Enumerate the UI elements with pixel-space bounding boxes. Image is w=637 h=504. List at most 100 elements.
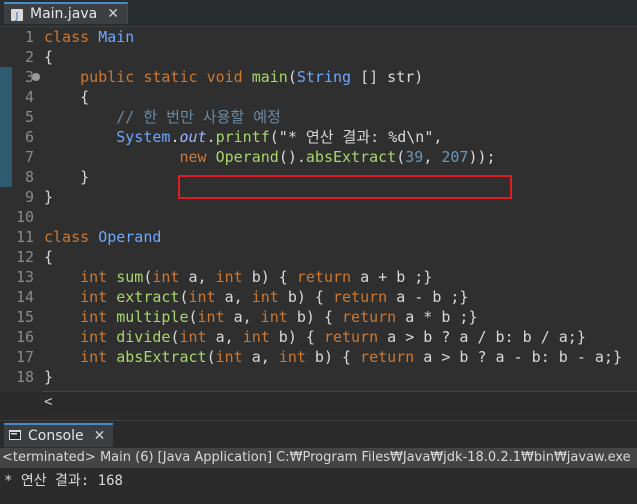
line-number: 3 [24,68,34,86]
code-token: int [188,288,216,306]
code-line[interactable]: int extract(int a, int b) { return a - b… [44,287,468,307]
code-token: String [296,68,352,86]
code-token: int [179,328,207,346]
code-line[interactable]: public static void main(String [] str) [44,67,423,87]
highlight-box [178,175,512,199]
console-tabbar: Console ✕ [0,420,637,450]
code-token: b) { [269,328,324,346]
code-token: int [80,348,108,366]
line-number: 2 [24,48,34,66]
change-ruler [0,27,12,392]
code-token: new [179,148,207,166]
code-line[interactable]: { [44,87,89,107]
code-token: } [44,188,54,206]
code-token: { [44,248,54,266]
code-line[interactable]: class Main [44,27,134,47]
code-token: 39 [405,148,424,166]
line-number: 14 [15,288,34,306]
code-line[interactable]: class Operand [44,227,161,247]
code-token: ( [179,288,189,306]
code-line[interactable]: System.out.printf("* 연산 결과: %d\n", [44,127,442,147]
code-token: class [44,28,99,46]
code-line[interactable]: { [44,247,53,267]
code-token: b) { [242,268,297,286]
code-token: extract [116,288,180,306]
code-token: a + b ;} [351,268,433,286]
scroll-left-arrow-icon[interactable]: < [44,394,52,410]
line-number: 13 [15,268,34,286]
code-token: int [80,308,108,326]
code-token: printf [215,128,270,146]
code-token: 207 [441,148,469,166]
code-line[interactable]: new Operand().absExtract(39, 207)); [44,147,495,167]
console-tab[interactable]: Console ✕ [4,423,114,447]
code-token: // 한 번만 사용할 예정 [116,108,281,126]
console-tab-label: Console [28,428,84,444]
close-tab-icon[interactable]: ✕ [107,7,119,21]
code-token: a > b ? a - b: b - a;} [414,348,622,366]
code-line[interactable]: } [44,367,53,387]
code-token: Main [98,28,135,46]
horizontal-scrollbar[interactable]: < [42,391,637,412]
code-token: { [44,48,54,66]
code-line[interactable]: int divide(int a, int b) { return a > b … [44,327,586,347]
code-token: int [197,308,225,326]
code-token: a > b ? a / b: b / a;} [378,328,586,346]
code-editor[interactable]: 1 2 3 4 5 6 7 8 9 10 11 12 13 14 15 16 17 18 class Main{ … [0,27,637,392]
line-number: 11 [15,228,34,246]
code-token: absExtract [305,148,397,166]
code-token: Operand [98,228,162,246]
code-token: int [152,268,180,286]
code-token: a, [206,328,243,346]
console-output[interactable]: * 연산 결과: 168 [0,468,637,504]
code-line[interactable]: } [44,187,53,207]
code-token: class [44,228,99,246]
fold-marker-icon[interactable] [32,73,40,81]
code-token: divide [116,328,171,346]
close-console-icon[interactable]: ✕ [94,428,106,444]
code-token: static [143,68,198,86]
code-token: Operand [215,148,279,166]
editor-tab-label: Main.java [30,6,98,22]
code-token: int [260,308,288,326]
editor-tab-main-java[interactable]: J Main.java ✕ [4,2,128,24]
code-line[interactable]: int absExtract(int a, int b) { return a … [44,347,622,367]
code-token: int [215,268,243,286]
code-token: b) { [287,308,343,326]
line-number: 7 [24,148,34,166]
code-token: . [206,128,216,146]
code-line[interactable]: int sum(int a, int b) { return a + b ;} [44,267,432,287]
code-token: int [278,348,306,366]
line-number: 18 [15,368,34,386]
code-token: int [215,348,243,366]
code-line[interactable]: // 한 번만 사용할 예정 [44,107,281,127]
code-area[interactable]: class Main{ public static void main(Stri… [44,27,637,392]
code-token: int [251,288,279,306]
line-number: 5 [24,108,34,126]
code-token: a, [215,288,252,306]
code-line[interactable]: { [44,47,53,67]
code-token: ("* 연산 결과: %d\n", [269,128,443,146]
code-token: [] str) [351,68,424,86]
svg-text:J: J [15,11,19,22]
code-token: ( [206,348,216,366]
code-token: public [80,68,135,86]
code-token: , [423,148,442,166]
code-token: b) { [305,348,361,366]
code-line[interactable]: } [44,167,89,187]
code-line[interactable]: int multiple(int a, int b) { return a * … [44,307,477,327]
